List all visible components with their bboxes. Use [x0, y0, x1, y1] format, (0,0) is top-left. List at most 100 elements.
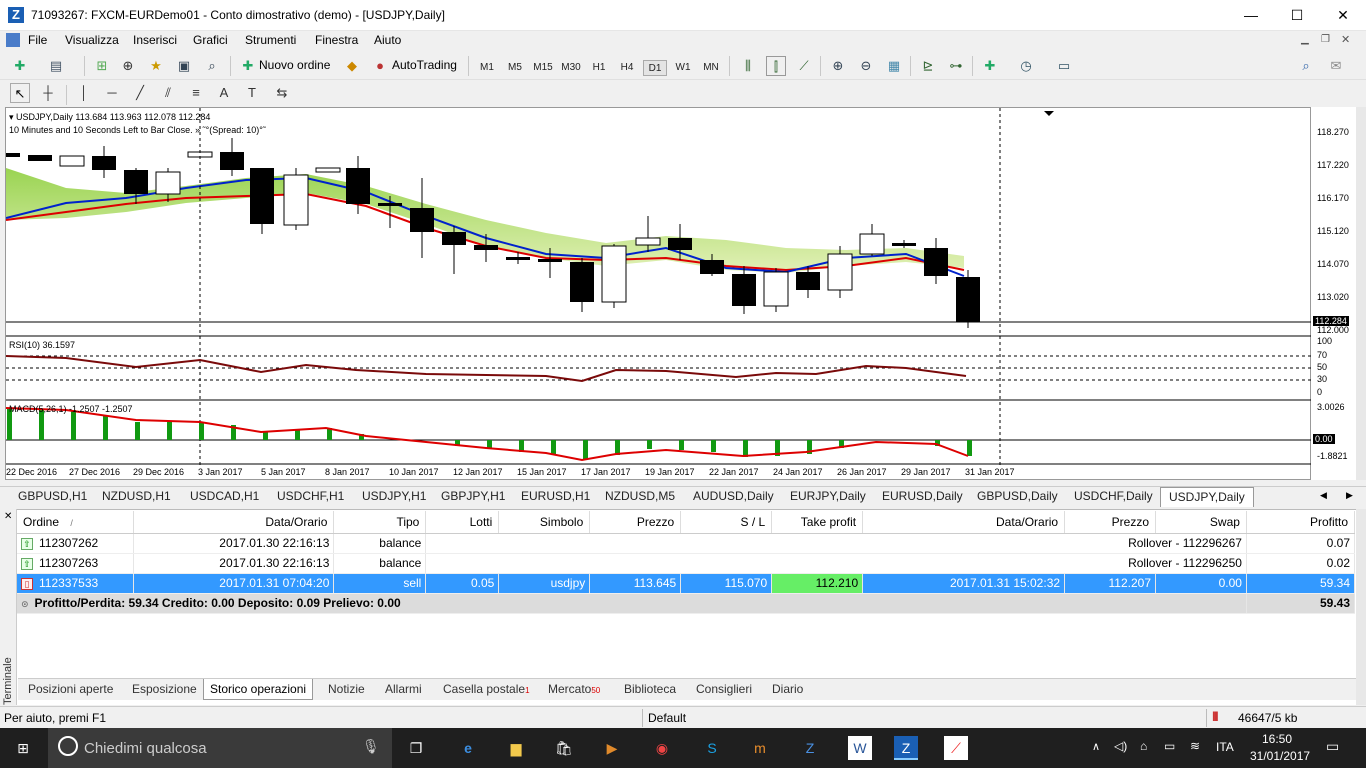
search-icon[interactable]: ⌕: [1296, 56, 1316, 76]
market-watch-icon[interactable]: ⊞: [92, 56, 112, 76]
minimize-button[interactable]: —: [1228, 0, 1274, 31]
chart-tab[interactable]: EURJPY,Daily: [790, 489, 866, 503]
volume-icon[interactable]: ◁): [1114, 739, 1127, 753]
terminal-scrollbar[interactable]: [1356, 509, 1366, 705]
navigator-icon[interactable]: ★: [146, 56, 166, 76]
edge-icon[interactable]: e: [456, 736, 480, 760]
col-header[interactable]: Tipo: [333, 511, 427, 534]
metaeditor-icon[interactable]: ◆: [342, 56, 362, 76]
timeframe-w1[interactable]: W1: [671, 60, 695, 76]
timeframe-h1[interactable]: H1: [587, 60, 611, 76]
network-icon[interactable]: ⌂: [1140, 739, 1147, 753]
chart-shift-icon[interactable]: ⊶: [946, 56, 966, 76]
timeframe-d1[interactable]: D1: [643, 60, 667, 76]
menu-inserisci[interactable]: Inserisci: [133, 33, 177, 47]
timeframe-h4[interactable]: H4: [615, 60, 639, 76]
right-scrollbar[interactable]: [1356, 107, 1366, 480]
skype-icon[interactable]: S: [700, 736, 724, 760]
bar-chart-icon[interactable]: ⫼: [738, 56, 758, 76]
crosshair-icon[interactable]: ┼: [38, 83, 58, 103]
chart-tab[interactable]: USDCAD,H1: [190, 489, 259, 503]
col-header[interactable]: Prezzo: [1064, 511, 1156, 534]
chart-shift-arrow-icon[interactable]: [1044, 111, 1054, 116]
menu-visualizza[interactable]: Visualizza: [65, 33, 119, 47]
metatrader-active-icon[interactable]: Z: [894, 736, 918, 760]
table-row-selected[interactable]: ▯ 112337533 2017.01.31 07:04:20 sell 0.05…: [17, 573, 1356, 594]
tab-biblioteca[interactable]: Biblioteca: [624, 682, 676, 696]
windows-start-icon[interactable]: ⊞: [11, 736, 35, 760]
profiles-icon[interactable]: ▤: [46, 56, 66, 76]
zoom-out-icon[interactable]: ⊖: [856, 56, 876, 76]
horizontal-line-icon[interactable]: ─: [102, 83, 122, 103]
tab-notizie[interactable]: Notizie: [328, 682, 365, 696]
chart-tab[interactable]: GBPUSD,Daily: [977, 489, 1058, 503]
zoom-in-icon[interactable]: ⊕: [828, 56, 848, 76]
terminal-icon[interactable]: ▣: [174, 56, 194, 76]
search-box[interactable]: Chiedimi qualcosa 🎙: [48, 728, 392, 768]
chart-tab[interactable]: USDCHF,Daily: [1074, 489, 1153, 503]
menu-aiuto[interactable]: Aiuto: [374, 33, 401, 47]
new-order-icon[interactable]: ✚: [238, 56, 258, 76]
notifications-icon[interactable]: ▭: [1326, 738, 1339, 755]
trendline-icon[interactable]: ╱: [130, 83, 150, 103]
chart-tab[interactable]: GBPJPY,H1: [441, 489, 505, 503]
word-icon[interactable]: W: [848, 736, 872, 760]
new-order-button[interactable]: Nuovo ordine: [259, 58, 330, 72]
col-header[interactable]: Data/Orario: [133, 511, 335, 534]
wifi-icon[interactable]: ≋: [1190, 739, 1200, 753]
auto-scroll-icon[interactable]: ⊵: [918, 56, 938, 76]
tray-chevron-icon[interactable]: ∧: [1092, 740, 1100, 753]
media-player-icon[interactable]: ▶: [600, 736, 624, 760]
chrome-icon[interactable]: ◉: [650, 736, 674, 760]
arrows-icon[interactable]: ⇆: [272, 83, 292, 103]
menu-finestra[interactable]: Finestra: [315, 33, 358, 47]
chart-tab-active[interactable]: USDJPY,Daily: [1160, 487, 1254, 507]
clock-time[interactable]: 16:50: [1262, 732, 1292, 746]
metatrader-taskbar-icon[interactable]: Z: [798, 736, 822, 760]
chart-tab[interactable]: USDCHF,H1: [277, 489, 344, 503]
close-button[interactable]: ✕: [1320, 0, 1366, 31]
maximize-button[interactable]: ☐: [1274, 0, 1320, 31]
tab-casella-postale[interactable]: Casella postale1: [443, 682, 530, 696]
tile-windows-icon[interactable]: ▦: [884, 56, 904, 76]
store-icon[interactable]: 🛍: [552, 736, 576, 760]
candlestick-icon[interactable]: ⫿: [766, 56, 786, 76]
col-header[interactable]: Lotti: [425, 511, 500, 534]
fibonacci-icon[interactable]: ≡: [186, 83, 206, 103]
equidistant-channel-icon[interactable]: ⫽: [158, 83, 178, 103]
fxdd-icon[interactable]: ⟋: [944, 736, 968, 760]
mdi-close-icon[interactable]: ✕: [1341, 33, 1350, 46]
text-icon[interactable]: A: [214, 83, 234, 103]
clock-date[interactable]: 31/01/2017: [1250, 749, 1310, 763]
indicators-icon[interactable]: ✚: [980, 56, 1000, 76]
line-chart-icon[interactable]: ⟋: [794, 56, 814, 76]
text-label-icon[interactable]: T: [242, 83, 262, 103]
tab-scroll-left-icon[interactable]: ◀: [1320, 490, 1327, 501]
mdi-restore-icon[interactable]: ❐: [1321, 34, 1330, 45]
tab-allarmi[interactable]: Allarmi: [385, 682, 422, 696]
menu-strumenti[interactable]: Strumenti: [245, 33, 296, 47]
chart-tab[interactable]: USDJPY,H1: [362, 489, 426, 503]
chart-tab[interactable]: NZDUSD,M5: [605, 489, 675, 503]
chart-window[interactable]: ▾ USDJPY,Daily 113.684 113.963 112.078 1…: [5, 107, 1312, 480]
tab-mercato[interactable]: Mercato50: [548, 682, 600, 696]
tab-posizioni-aperte[interactable]: Posizioni aperte: [28, 682, 113, 696]
cursor-icon[interactable]: ↖: [10, 83, 30, 103]
menu-file[interactable]: File: [28, 33, 47, 47]
connection-bars-icon[interactable]: ||||||||: [1212, 711, 1219, 722]
timeframe-m1[interactable]: M1: [475, 60, 499, 76]
timeframe-m30[interactable]: M30: [559, 60, 583, 76]
battery-icon[interactable]: ▭: [1164, 739, 1175, 753]
tab-consiglieri[interactable]: Consiglieri: [696, 682, 752, 696]
chart-tab[interactable]: GBPUSD,H1: [18, 489, 87, 503]
col-header[interactable]: S / L: [680, 511, 773, 534]
periods-icon[interactable]: ◷: [1016, 56, 1036, 76]
col-header[interactable]: Prezzo: [589, 511, 682, 534]
mdi-minimize-icon[interactable]: ▁: [1301, 34, 1309, 45]
col-header[interactable]: Data/Orario: [862, 511, 1066, 534]
autotrading-button[interactable]: AutoTrading: [392, 58, 457, 72]
new-chart-icon[interactable]: ✚: [10, 56, 30, 76]
col-header[interactable]: Swap: [1155, 511, 1247, 534]
chat-icon[interactable]: ✉: [1326, 56, 1346, 76]
timeframe-m5[interactable]: M5: [503, 60, 527, 76]
